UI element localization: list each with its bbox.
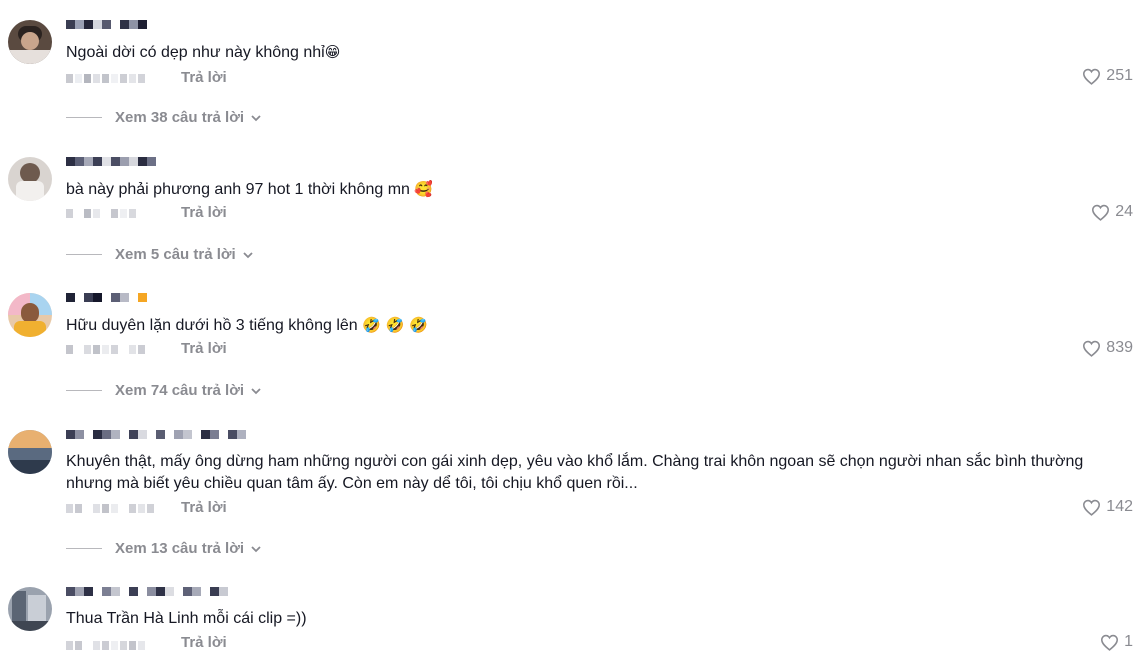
username-blurred[interactable] [66, 157, 156, 173]
like-count: 142 [1106, 498, 1133, 515]
reply-button[interactable]: Trả lời [181, 204, 227, 221]
avatar[interactable] [8, 157, 52, 201]
like-button[interactable]: 142 [1082, 498, 1133, 516]
like-count: 24 [1115, 203, 1133, 220]
view-replies-button[interactable]: Xem 5 câu trả lời [66, 246, 254, 263]
comment-text: Ngoài dời có dẹp như này không nhỉ😁 [66, 43, 341, 61]
comment-text: Khuyên thật, mấy ông dừng ham những ngườ… [66, 453, 1084, 492]
comment-emoji: 🤣 🤣 🤣 [362, 316, 428, 334]
like-button[interactable]: 1 [1100, 633, 1133, 651]
view-replies-label: Xem 38 câu trả lời [115, 109, 245, 126]
reply-button[interactable]: Trả lời [181, 340, 227, 357]
username-blurred[interactable] [66, 430, 246, 446]
comment-date-blurred [66, 207, 138, 219]
heart-outline-icon [1083, 68, 1101, 85]
reply-button[interactable]: Trả lời [181, 634, 227, 651]
like-button[interactable]: 839 [1082, 339, 1133, 357]
view-replies-button[interactable]: Xem 38 câu trả lời [66, 109, 262, 126]
chevron-down-icon [243, 251, 253, 258]
divider [66, 117, 102, 118]
divider [66, 390, 102, 391]
heart-outline-icon [1101, 634, 1119, 651]
comment-emoji: 🥰 [414, 180, 434, 198]
like-count: 1 [1124, 633, 1133, 650]
comment-date-blurred [66, 72, 147, 84]
chevron-down-icon [251, 114, 261, 121]
chevron-down-icon [251, 387, 261, 394]
view-replies-label: Xem 13 câu trả lời [115, 540, 245, 557]
comment-text: Hữu duyên lặn dưới hồ 3 tiếng không lên … [66, 316, 428, 334]
divider [66, 254, 102, 255]
divider [66, 548, 102, 549]
heart-outline-icon [1083, 340, 1101, 357]
username-blurred[interactable] [66, 587, 228, 603]
view-replies-label: Xem 74 câu trả lời [115, 382, 245, 399]
like-count: 251 [1106, 67, 1133, 84]
heart-outline-icon [1092, 204, 1110, 221]
comment-date-blurred [66, 639, 147, 651]
like-count: 839 [1106, 339, 1133, 356]
avatar[interactable] [8, 587, 52, 631]
avatar[interactable] [8, 293, 52, 337]
comment-emoji: 😁 [324, 43, 341, 61]
heart-outline-icon [1083, 499, 1101, 516]
reply-button[interactable]: Trả lời [181, 499, 227, 516]
chevron-down-icon [251, 545, 261, 552]
reply-button[interactable]: Trả lời [181, 69, 227, 86]
view-replies-label: Xem 5 câu trả lời [115, 246, 236, 263]
view-replies-button[interactable]: Xem 74 câu trả lời [66, 382, 262, 399]
view-replies-button[interactable]: Xem 13 câu trả lời [66, 540, 262, 557]
comment-text: bà này phải phương anh 97 hot 1 thời khô… [66, 180, 434, 198]
avatar[interactable] [8, 430, 52, 474]
comment-date-blurred [66, 502, 156, 514]
username-blurred[interactable] [66, 20, 147, 36]
username-blurred[interactable] [66, 293, 147, 309]
avatar[interactable] [8, 20, 52, 64]
like-button[interactable]: 251 [1082, 67, 1133, 85]
like-button[interactable]: 24 [1091, 203, 1133, 221]
comment-text: Thua Trần Hà Linh mỗi cái clip =)) [66, 610, 307, 627]
comment-date-blurred [66, 343, 147, 355]
